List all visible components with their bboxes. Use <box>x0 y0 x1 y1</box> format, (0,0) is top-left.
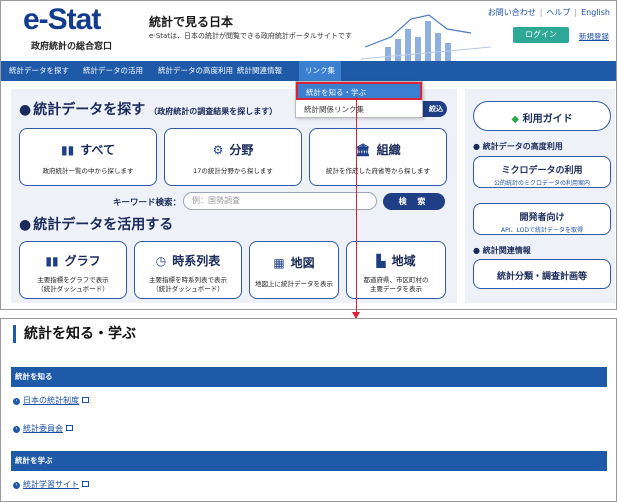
map-icon: ▦ <box>273 256 285 270</box>
site-description: e-Statは、日本の統計が閲覧できる政府統計ポータルサイトです <box>149 32 352 40</box>
clock-icon: ◷ <box>155 254 167 268</box>
advanced-heading: ● 統計データの高度利用 <box>473 142 563 151</box>
help-link[interactable]: ヘルプ <box>546 8 570 17</box>
login-button[interactable]: ログイン <box>513 27 569 43</box>
chevron-right-icon: › <box>13 482 20 489</box>
external-link-icon <box>66 425 73 431</box>
card-org[interactable]: 🏛 組織 統計を作成した府省等から探します <box>309 128 447 186</box>
link-japan-statistics-system[interactable]: › 日本の統計制度 <box>13 395 89 406</box>
nav-item-use[interactable]: 統計データの活用 <box>83 61 143 81</box>
site-title: 統計で見る日本 <box>149 15 234 29</box>
bar-chart-icon: ▮▮ <box>45 254 59 268</box>
register-link[interactable]: 新規登録 <box>579 31 609 42</box>
card-region[interactable]: ▙ 地域 都道府県、市区町村の 主要データを表示 <box>346 241 446 299</box>
dropdown-item-related-links[interactable]: 統計関係リンク集 <box>296 101 422 118</box>
estat-top-page: e-Stat 政府統計の総合窓口 統計で見る日本 e-Statは、日本の統計が閲… <box>0 0 617 310</box>
links-dropdown: 統計を知る・学ぶ 統計関係リンク集 <box>295 81 423 118</box>
city-icon: ▙ <box>376 254 386 268</box>
card-field[interactable]: ⚙ 分野 17の統計分野から探します <box>164 128 302 186</box>
card-graph[interactable]: ▮▮ グラフ 主要指標をグラフで表示 （統計ダッシュボード） <box>19 241 127 299</box>
english-link[interactable]: English <box>581 8 610 17</box>
nav-item-advanced[interactable]: 統計データの高度利用 <box>158 61 233 81</box>
related-heading: ● 統計関連情報 <box>473 246 531 255</box>
learn-page: 統計を知る・学ぶ 統計を知る › 日本の統計制度 › 統計委員会 統計を学ぶ › 統計… <box>0 318 617 502</box>
estat-logo[interactable]: e-Stat <box>23 3 101 36</box>
gears-icon: ⚙ <box>212 143 224 157</box>
developer-button[interactable]: 開発者向け API、LODで統計データを取得 <box>473 203 611 235</box>
card-all[interactable]: ▮▮ すべて 政府統計一覧の中から探します <box>19 128 157 186</box>
section-heading-learn: 統計を学ぶ <box>11 451 607 471</box>
nav-item-search[interactable]: 統計データを探す <box>9 61 69 81</box>
search-button[interactable]: 検 索 <box>383 193 445 210</box>
microdata-button[interactable]: ミクロデータの利用 公的統計のミクロデータの利用案内 <box>473 156 611 188</box>
link-statistics-commission[interactable]: › 統計委員会 <box>13 423 73 434</box>
building-icon: 🏛 <box>355 143 371 157</box>
pointer-arrow-line <box>356 97 357 315</box>
guide-button[interactable]: ◆ 利用ガイド <box>473 101 611 131</box>
logo-text: e-Stat <box>23 3 101 36</box>
beginner-mark-icon: ◆ <box>511 114 520 125</box>
keyword-label: キーワード検索： <box>113 198 182 208</box>
skyline-chart-icon <box>361 14 491 61</box>
link-statistics-learning-site[interactable]: › 統計学習サイト <box>13 479 89 490</box>
card-map[interactable]: ▦ 地図 地図上に統計データを表示 <box>249 241 339 299</box>
top-links: お問い合わせ | ヘルプ | English <box>487 8 610 17</box>
contact-link[interactable]: お問い合わせ <box>488 8 536 17</box>
narrow-button[interactable]: 絞込 <box>419 101 447 117</box>
chevron-right-icon: › <box>13 426 20 433</box>
bar-chart-icon: ▮▮ <box>61 143 75 157</box>
dropdown-item-learn[interactable]: 統計を知る・学ぶ <box>296 82 422 100</box>
nav-item-related[interactable]: 統計関連情報 <box>237 61 282 81</box>
logo-subtitle: 政府統計の総合窓口 <box>31 42 113 52</box>
use-section-title: ● 統計データを活用する <box>19 217 174 233</box>
global-nav: 統計データを探す 統計データの活用 統計データの高度利用 統計関連情報 リンク集 <box>1 61 616 81</box>
keyword-input[interactable]: 例：国勢調査 <box>183 192 377 210</box>
page-title: 統計を知る・学ぶ <box>13 325 136 343</box>
external-link-icon <box>82 481 89 487</box>
classification-button[interactable]: 統計分類・調査計画等 <box>473 259 611 289</box>
search-section-title: ● 統計データを探す （政府統計の調査結果を探します） <box>19 102 278 118</box>
search-section-subtitle: （政府統計の調査結果を探します） <box>149 107 278 116</box>
chevron-right-icon: › <box>13 398 20 405</box>
card-timeseries[interactable]: ◷ 時系列表 主要指標を時系列表で表示 （統計ダッシュボード） <box>134 241 242 299</box>
section-heading-know: 統計を知る <box>11 367 607 387</box>
external-link-icon <box>82 397 89 403</box>
nav-item-links[interactable]: リンク集 <box>299 61 341 81</box>
